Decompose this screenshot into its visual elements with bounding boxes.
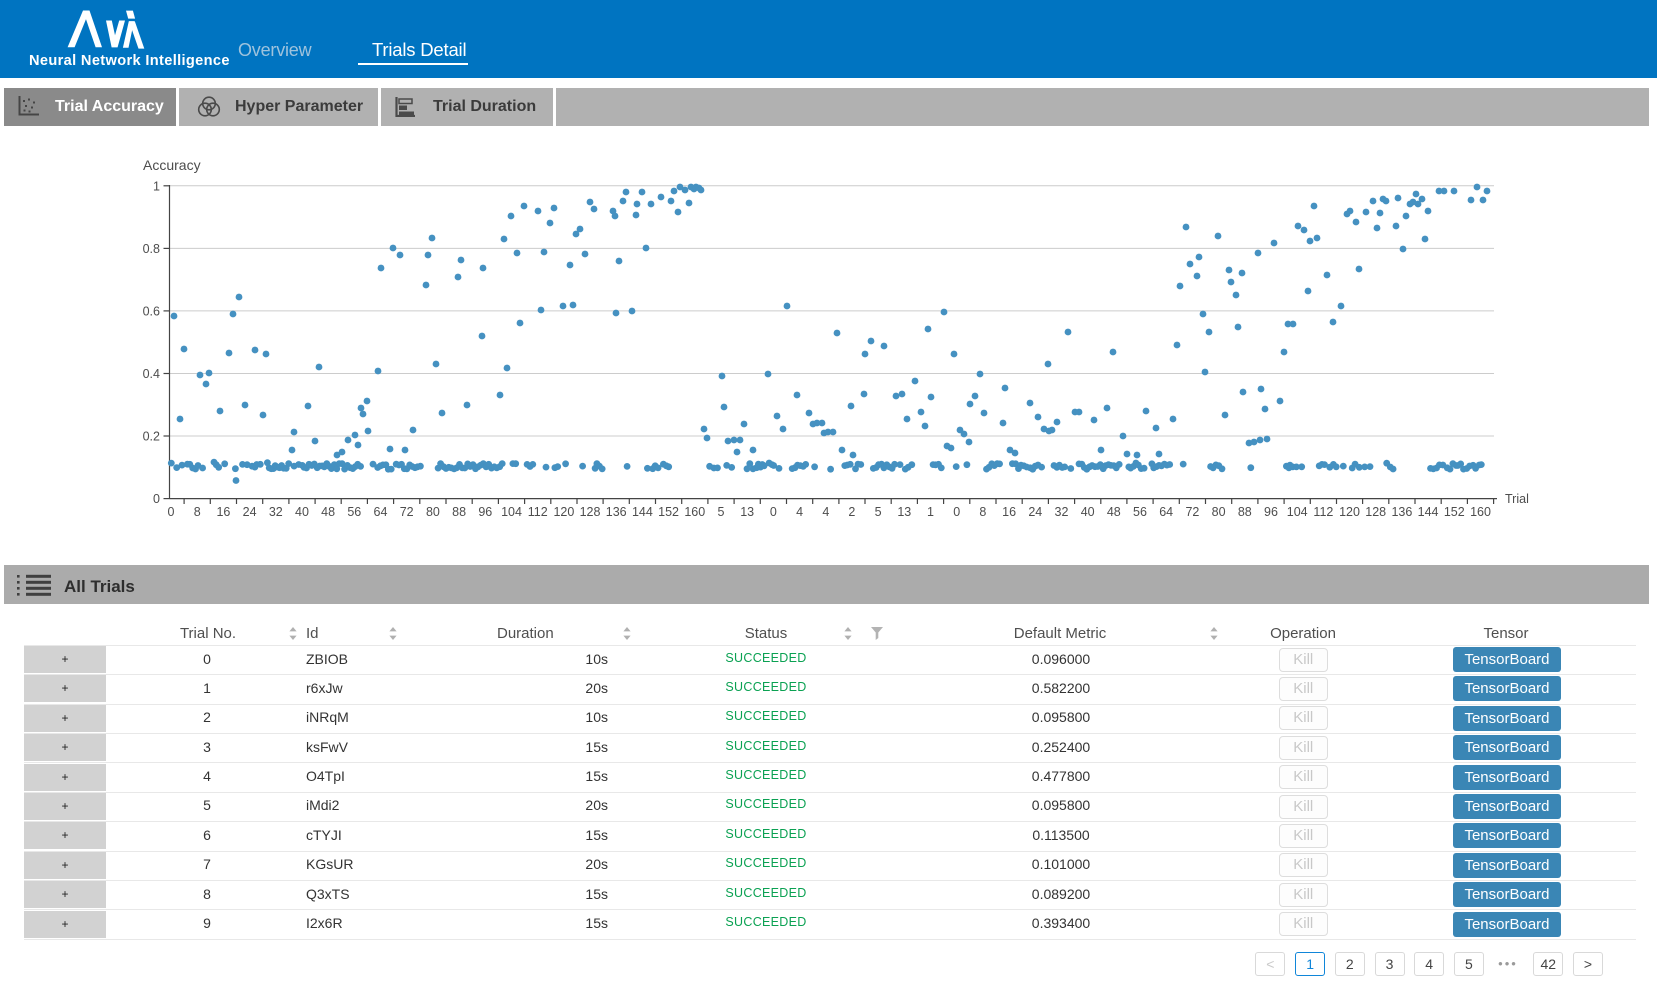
svg-text:16: 16 [1002,505,1016,519]
svg-text:96: 96 [1264,505,1278,519]
svg-text:96: 96 [478,505,492,519]
svg-text:0: 0 [953,505,960,519]
svg-text:72: 72 [1185,505,1199,519]
svg-text:0: 0 [153,492,160,506]
svg-text:8: 8 [194,505,201,519]
svg-text:144: 144 [1418,505,1439,519]
svg-text:104: 104 [1287,505,1308,519]
svg-text:120: 120 [1339,505,1360,519]
svg-text:112: 112 [528,505,548,519]
svg-text:160: 160 [684,505,705,519]
svg-text:80: 80 [426,505,440,519]
svg-text:2: 2 [848,505,855,519]
svg-text:72: 72 [400,505,414,519]
svg-text:8: 8 [979,505,986,519]
svg-text:Trial: Trial [1505,492,1529,506]
svg-text:0.4: 0.4 [143,367,160,381]
svg-text:88: 88 [452,505,466,519]
svg-text:13: 13 [897,505,911,519]
svg-text:160: 160 [1470,505,1491,519]
svg-text:64: 64 [1159,505,1173,519]
svg-text:0: 0 [168,505,175,519]
svg-text:120: 120 [553,505,574,519]
svg-text:104: 104 [501,505,522,519]
svg-text:0.6: 0.6 [143,304,160,318]
svg-text:88: 88 [1238,505,1252,519]
svg-text:56: 56 [347,505,361,519]
svg-text:13: 13 [740,505,754,519]
svg-text:136: 136 [1391,505,1412,519]
svg-text:144: 144 [632,505,653,519]
svg-text:0.8: 0.8 [143,242,160,256]
svg-text:1: 1 [927,505,934,519]
svg-text:4: 4 [822,505,829,519]
svg-text:Accuracy: Accuracy [143,157,201,173]
svg-text:0: 0 [770,505,777,519]
svg-text:112: 112 [1313,505,1333,519]
svg-text:40: 40 [1081,505,1095,519]
svg-text:5: 5 [875,505,882,519]
svg-text:1: 1 [153,179,160,193]
svg-text:136: 136 [606,505,627,519]
svg-text:128: 128 [1365,505,1386,519]
svg-text:4: 4 [796,505,803,519]
svg-text:24: 24 [1028,505,1042,519]
svg-text:48: 48 [1107,505,1121,519]
svg-text:80: 80 [1212,505,1226,519]
svg-text:152: 152 [658,505,679,519]
svg-text:0.2: 0.2 [143,430,160,444]
svg-text:40: 40 [295,505,309,519]
svg-text:5: 5 [718,505,725,519]
svg-text:152: 152 [1444,505,1465,519]
svg-text:32: 32 [269,505,283,519]
svg-text:128: 128 [580,505,601,519]
svg-text:32: 32 [1055,505,1069,519]
svg-text:64: 64 [374,505,388,519]
svg-text:16: 16 [216,505,230,519]
svg-text:56: 56 [1133,505,1147,519]
svg-text:24: 24 [243,505,257,519]
svg-text:48: 48 [321,505,335,519]
